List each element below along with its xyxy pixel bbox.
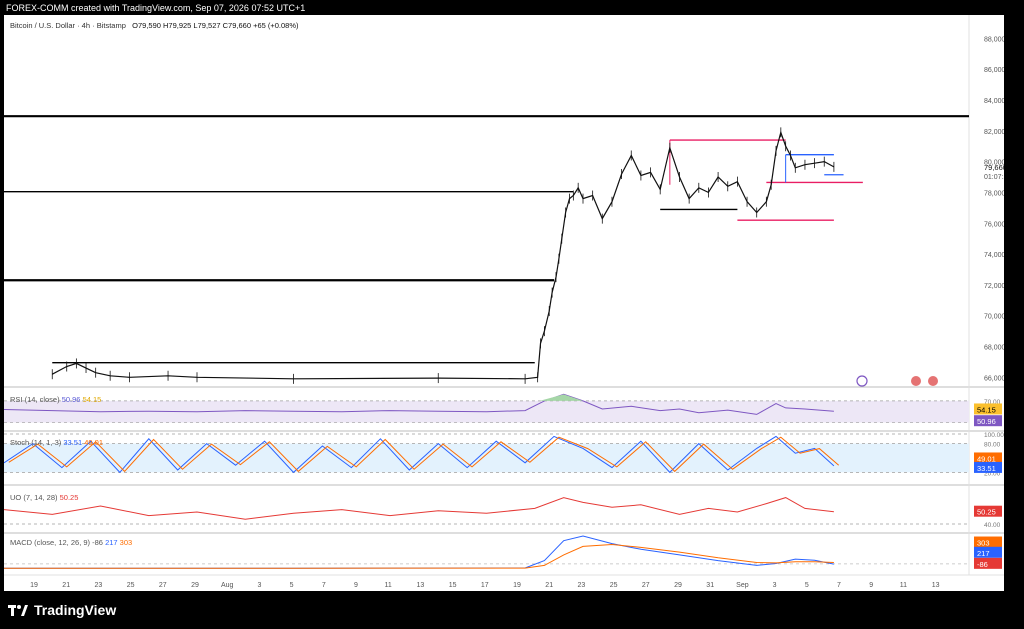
price-chart[interactable]: 88,00086,00084,00082,00080,00078,00076,0… xyxy=(3,15,1011,591)
time-tick-label: 27 xyxy=(642,582,650,589)
rsi-value: 50.96 xyxy=(61,395,81,404)
time-tick-label: 19 xyxy=(513,582,521,589)
time-tick-label: 29 xyxy=(674,582,682,589)
signal-line xyxy=(4,543,834,569)
chart-frame: 88,000 86,000 84,000 82,000 80,000 78,000 76,0… xyxy=(3,15,1011,591)
stoch-label: Stoch (14, 1, 3) 33.51 49.01 xyxy=(10,438,103,447)
time-tick-label: 11 xyxy=(385,582,392,589)
time-tick-label: 9 xyxy=(354,582,358,589)
macd-title: MACD (close, 12, 26, 9) xyxy=(10,538,91,547)
ohlc-readout: O79,590 H79,925 L79,527 C79,660 +65 (+0.… xyxy=(132,21,299,30)
time-tick-label: 3 xyxy=(773,582,777,589)
countdown-label: 01:07:27 xyxy=(984,174,1004,181)
time-tick-label: 13 xyxy=(932,582,940,589)
rsi-title: RSI (14, close) xyxy=(10,395,60,404)
time-tick-label: 19 xyxy=(30,582,38,589)
time-tick-label: 5 xyxy=(805,582,809,589)
price-tick-label: 66,000 xyxy=(984,375,1004,382)
time-tick-label: 7 xyxy=(322,582,326,589)
us-flag-icon xyxy=(911,376,921,386)
time-tick-label: 25 xyxy=(127,582,135,589)
symbol-title: Bitcoin / U.S. Dollar · 4h · Bitstamp xyxy=(10,21,126,30)
rsi-tag: 50.96 xyxy=(977,417,996,426)
uo-label: UO (7, 14, 28) 50.25 xyxy=(10,493,78,502)
uo-tick-label: 40.00 xyxy=(984,522,1001,529)
chart-attribution: FOREX-COMM created with TradingView.com,… xyxy=(6,3,306,13)
time-tick-label: 15 xyxy=(449,582,457,589)
macd-tag: 217 xyxy=(977,549,990,558)
stoch-tick-label: 80.00 xyxy=(984,442,1001,449)
rsi-overbought-fill xyxy=(539,394,583,401)
time-tick-label: 31 xyxy=(706,582,714,589)
macd-hist-value: -86 xyxy=(92,538,103,547)
price-tick-label: 78,000 xyxy=(984,190,1004,197)
price-tick-label: 86,000 xyxy=(984,67,1004,74)
stoch-title: Stoch (14, 1, 3) xyxy=(10,438,62,447)
uo-line xyxy=(3,497,834,520)
rsi-ma-tag: 54.15 xyxy=(977,405,996,414)
price-series-line xyxy=(52,130,835,380)
stoch-tick-label: 100.00 xyxy=(984,432,1004,439)
time-tick-label: 17 xyxy=(481,582,489,589)
rsi-label: RSI (14, close) 50.96 54.15 xyxy=(10,395,101,404)
signal-tag: 303 xyxy=(977,539,990,548)
time-tick-label: 21 xyxy=(545,582,553,589)
current-price-label: 79,660 xyxy=(984,163,1004,172)
uo-value: 50.25 xyxy=(59,493,79,502)
price-tick-label: 72,000 xyxy=(984,283,1004,290)
time-tick-label: Sep xyxy=(736,582,749,589)
rsi-ma-value: 54.15 xyxy=(82,395,102,404)
signal-value: 303 xyxy=(119,538,133,547)
price-tick-label: 88,000 xyxy=(984,36,1004,43)
stoch-d-value: 49.01 xyxy=(84,438,104,447)
uo-title: UO (7, 14, 28) xyxy=(10,493,58,502)
macd-label: MACD (close, 12, 26, 9) -86 217 303 xyxy=(10,538,132,547)
time-tick-label: 21 xyxy=(62,582,70,589)
time-tick-label: 23 xyxy=(578,582,586,589)
stoch-k-value: 33.51 xyxy=(63,438,83,447)
time-tick-label: 13 xyxy=(417,582,425,589)
us-flag-icon xyxy=(928,376,938,386)
time-tick-label: 11 xyxy=(900,582,907,589)
time-tick-label: 27 xyxy=(159,582,167,589)
tradingview-brand[interactable]: TradingView xyxy=(8,602,116,618)
macd-hist-tag: -86 xyxy=(977,560,988,569)
time-tick-label: 7 xyxy=(837,582,841,589)
price-tick-label: 76,000 xyxy=(984,221,1004,228)
price-tick-label: 74,000 xyxy=(984,252,1004,259)
stoch-k-tag: 33.51 xyxy=(977,464,996,473)
price-tick-label: 70,000 xyxy=(984,314,1004,321)
brand-name: TradingView xyxy=(34,602,117,618)
time-tick-label: 3 xyxy=(257,582,261,589)
symbol-info: Bitcoin / U.S. Dollar · 4h · Bitstamp O7… xyxy=(10,21,299,30)
time-tick-label: Aug xyxy=(221,582,234,589)
time-tick-label: 9 xyxy=(869,582,873,589)
price-tick-label: 82,000 xyxy=(984,129,1004,136)
time-tick-label: 25 xyxy=(610,582,618,589)
price-tick-label: 84,000 xyxy=(984,98,1004,105)
tradingview-logo-icon xyxy=(8,605,28,616)
time-tick-label: 5 xyxy=(290,582,294,589)
time-tick-label: 23 xyxy=(95,582,103,589)
stoch-band xyxy=(4,443,969,473)
event-flash-icon xyxy=(856,375,868,387)
price-tick-label: 68,000 xyxy=(984,344,1004,351)
macd-value: 217 xyxy=(105,538,118,547)
uo-tag: 50.25 xyxy=(977,508,996,517)
time-tick-label: 29 xyxy=(191,582,199,589)
